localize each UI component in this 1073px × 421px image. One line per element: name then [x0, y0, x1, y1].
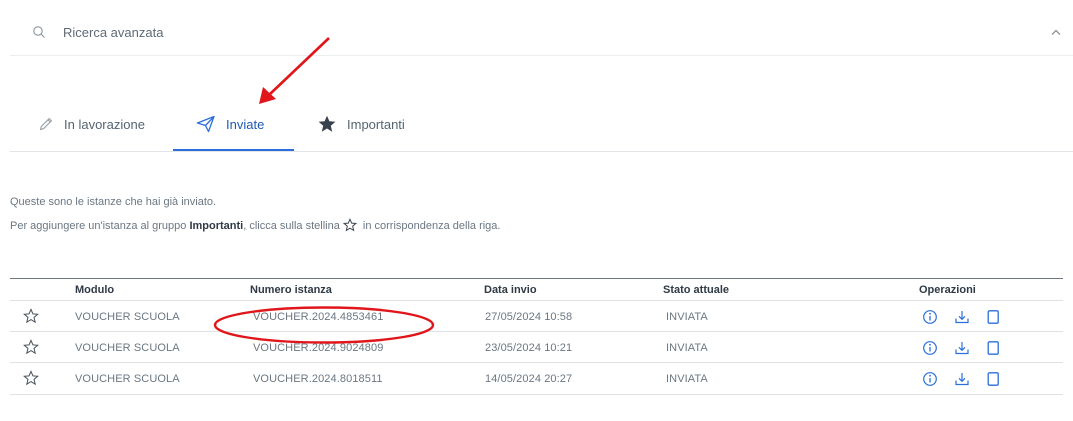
table-row: VOUCHER SCUOLA VOUCHER.2024.8018511 14/0…: [10, 363, 1063, 395]
cell-data-invio: 23/05/2024 10:21: [485, 342, 573, 354]
annotation-ellipse: [213, 306, 435, 344]
cell-modulo: VOUCHER SCUOLA: [75, 311, 180, 323]
header-stato-attuale[interactable]: Stato attuale: [663, 284, 729, 296]
cell-stato: INVIATA: [666, 342, 708, 354]
cell-modulo: VOUCHER SCUOLA: [75, 373, 180, 385]
advanced-search-label: Ricerca avanzata: [63, 25, 164, 40]
advanced-search-bar[interactable]: Ricerca avanzata: [10, 10, 1073, 56]
description-text: in corrispondenza della riga.: [359, 220, 501, 232]
description-text: Per aggiungere un'istanza al gruppo: [10, 220, 190, 232]
star-outline-icon[interactable]: [23, 370, 39, 386]
cell-modulo: VOUCHER SCUOLA: [75, 342, 180, 354]
tab-in-lavorazione[interactable]: In lavorazione: [38, 100, 145, 148]
search-icon: [33, 26, 45, 38]
download-icon[interactable]: [954, 371, 970, 387]
istanze-table: Modulo Numero istanza Data invio Stato a…: [10, 278, 1063, 395]
chevron-up-icon[interactable]: [1050, 28, 1062, 36]
cell-data-invio: 14/05/2024 20:27: [485, 373, 573, 385]
description-line-1: Queste sono le istanze che hai già invia…: [10, 196, 217, 208]
info-icon[interactable]: [922, 309, 938, 325]
star-filled-icon: [318, 115, 336, 132]
tabs-bar: In lavorazione Inviate Importanti: [10, 100, 1073, 152]
table-row: VOUCHER SCUOLA VOUCHER.2024.4853461 27/0…: [10, 301, 1063, 332]
description-bold: Importanti: [189, 220, 244, 232]
star-outline-icon[interactable]: [23, 308, 39, 324]
cell-numero-istanza: VOUCHER.2024.8018511: [253, 373, 383, 385]
header-operazioni: Operazioni: [919, 284, 976, 296]
tab-label: Inviate: [226, 116, 265, 132]
header-data-invio[interactable]: Data invio: [484, 284, 537, 296]
description-line-2: Per aggiungere un'istanza al gruppo Impo…: [10, 218, 500, 232]
pencil-icon: [39, 118, 52, 131]
copy-icon[interactable]: [985, 309, 1001, 325]
info-icon[interactable]: [922, 371, 938, 387]
table-row: VOUCHER SCUOLA VOUCHER.2024.9024809 23/0…: [10, 332, 1063, 363]
cell-stato: INVIATA: [666, 311, 708, 323]
annotation-arrow: [259, 37, 330, 104]
table-header: Modulo Numero istanza Data invio Stato a…: [10, 279, 1063, 301]
tab-label: In lavorazione: [64, 116, 145, 132]
copy-icon[interactable]: [985, 340, 1001, 356]
tab-label: Importanti: [347, 116, 405, 132]
header-modulo[interactable]: Modulo: [75, 284, 114, 296]
star-outline-icon[interactable]: [23, 339, 39, 355]
cell-stato: INVIATA: [666, 373, 708, 385]
download-icon[interactable]: [954, 309, 970, 325]
info-icon[interactable]: [922, 340, 938, 356]
description-text: , clicca sulla stellina: [243, 220, 340, 232]
cell-data-invio: 27/05/2024 10:58: [485, 311, 573, 323]
header-numero-istanza[interactable]: Numero istanza: [250, 284, 332, 296]
tab-importanti[interactable]: Importanti: [317, 100, 405, 148]
copy-icon[interactable]: [985, 371, 1001, 387]
star-outline-icon: [342, 218, 357, 232]
tab-inviate[interactable]: Inviate: [173, 100, 294, 151]
download-icon[interactable]: [954, 340, 970, 356]
paper-plane-icon: [196, 115, 215, 133]
